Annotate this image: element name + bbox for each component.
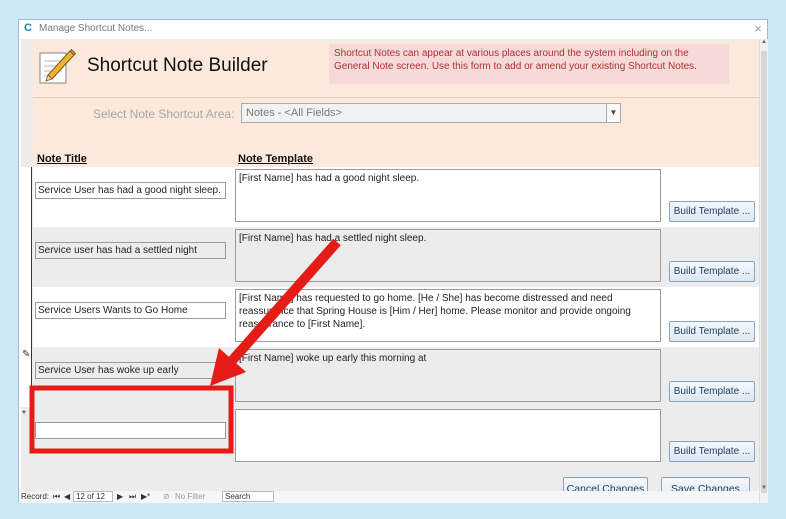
no-filter-label[interactable]: No Filter	[175, 492, 205, 501]
chevron-down-icon[interactable]: ▼	[606, 104, 620, 122]
note-title-field[interactable]: Service User has had a good night sleep.	[35, 182, 226, 199]
vertical-scrollbar[interactable]: ▲ ▼	[759, 39, 768, 503]
note-shortcut-area-select[interactable]: Notes - <All Fields> ▼	[241, 103, 621, 123]
search-input[interactable]: Search	[222, 491, 274, 502]
window-title: Manage Shortcut Notes...	[39, 23, 153, 34]
note-title-field[interactable]: Service user has had a settled night	[35, 242, 226, 259]
new-record-row: * Build Template ...	[21, 407, 759, 467]
area-select-value: Notes - <All Fields>	[246, 107, 342, 119]
app-logo-icon: C	[24, 22, 32, 34]
note-template-field[interactable]: [First Name] has requested to go home. […	[235, 289, 661, 342]
scroll-down-icon[interactable]: ▼	[760, 485, 768, 495]
note-template-field[interactable]	[235, 409, 661, 462]
form-area: Shortcut Note Builder Shortcut Notes can…	[21, 39, 759, 502]
record-selector[interactable]	[21, 167, 32, 227]
record-position-input[interactable]: 12 of 12	[73, 491, 113, 502]
record-label: Record:	[21, 492, 50, 501]
scroll-thumb[interactable]	[761, 51, 767, 493]
notes-list: Service User has had a good night sleep.…	[21, 167, 759, 467]
header-divider	[33, 97, 759, 98]
scroll-up-icon[interactable]: ▲	[760, 39, 768, 49]
area-label: Select Note Shortcut Area:	[93, 107, 235, 121]
note-template-field[interactable]: [First Name] has had a good night sleep.	[235, 169, 661, 222]
column-header-note-template: Note Template	[238, 153, 313, 165]
record-selector[interactable]	[21, 227, 32, 287]
first-record-icon[interactable]: ⏮	[53, 492, 60, 502]
last-record-icon[interactable]: ⏭	[129, 492, 136, 502]
title-bar: C Manage Shortcut Notes... ×	[19, 20, 767, 39]
list-item: Service Users Wants to Go Home [First Na…	[21, 287, 759, 347]
note-title-field[interactable]	[35, 422, 226, 439]
new-record-icon: *	[22, 409, 26, 420]
list-item: ✎ Service User has woke up early [First …	[21, 347, 759, 407]
form-title: Shortcut Note Builder	[87, 55, 268, 76]
build-template-button[interactable]: Build Template ...	[669, 381, 755, 402]
note-title-field[interactable]: Service Users Wants to Go Home	[35, 302, 226, 319]
previous-record-icon[interactable]: ◀	[64, 492, 70, 501]
record-selector[interactable]: ✎	[21, 347, 32, 407]
build-template-button[interactable]: Build Template ...	[669, 201, 755, 222]
list-item: Service User has had a good night sleep.…	[21, 167, 759, 227]
form-header: Shortcut Note Builder Shortcut Notes can…	[33, 41, 759, 167]
filter-icon[interactable]: ⊘	[163, 492, 170, 501]
form-footer: Cancel Changes Save Changes	[33, 469, 759, 502]
column-header-note-title: Note Title	[37, 153, 87, 165]
app-window: C Manage Shortcut Notes... × Shortcut No…	[18, 19, 768, 503]
build-template-button[interactable]: Build Template ...	[669, 441, 755, 462]
record-selector[interactable]	[21, 287, 32, 347]
note-title-field[interactable]: Service User has woke up early	[35, 362, 226, 379]
edit-pencil-icon: ✎	[22, 349, 31, 360]
build-template-button[interactable]: Build Template ...	[669, 321, 755, 342]
record-navigation-bar: Record: ⏮ ◀ 12 of 12 ▶ ⏭ ▶* ⊘ No Filter …	[19, 491, 759, 503]
pencil-notepad-icon	[39, 48, 76, 84]
record-selector[interactable]: *	[21, 407, 32, 467]
new-record-nav-icon[interactable]: ▶*	[141, 492, 150, 501]
info-message: Shortcut Notes can appear at various pla…	[329, 44, 729, 84]
build-template-button[interactable]: Build Template ...	[669, 261, 755, 282]
close-icon[interactable]: ×	[751, 21, 765, 36]
list-item: Service user has had a settled night [Fi…	[21, 227, 759, 287]
note-template-field[interactable]: [First Name] has had a settled night sle…	[235, 229, 661, 282]
next-record-icon[interactable]: ▶	[117, 492, 123, 501]
note-template-field[interactable]: [First Name] woke up early this morning …	[235, 349, 661, 402]
